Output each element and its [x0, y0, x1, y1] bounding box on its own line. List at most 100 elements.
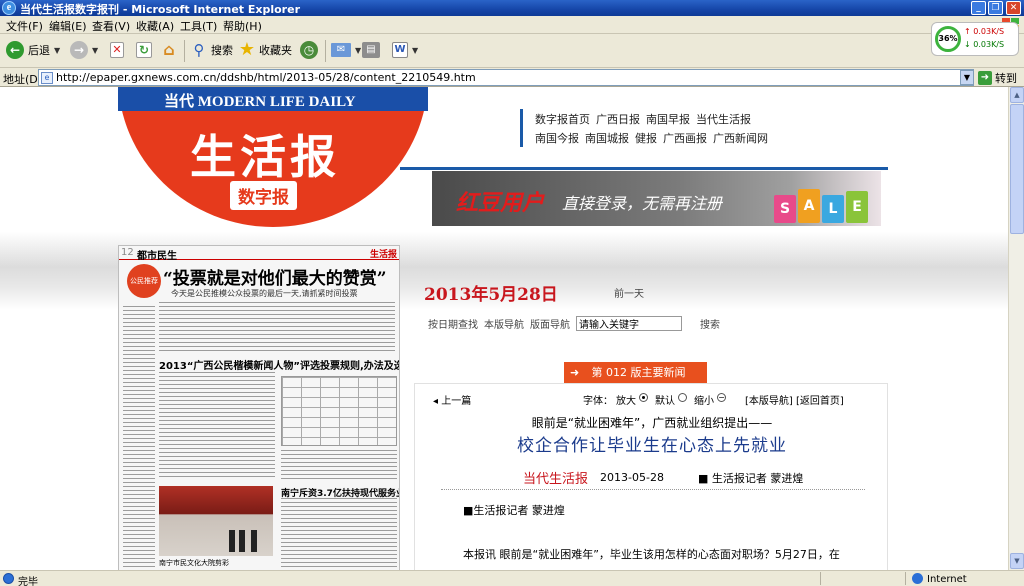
shopping-bags-image: S A L E	[774, 177, 874, 223]
article-nav-links[interactable]: [本版导航] [返回首页]	[745, 392, 844, 407]
font-size-label: 字体：	[583, 396, 613, 407]
paper-headline[interactable]: “投票就是对他们最大的赞赏”	[163, 264, 387, 289]
address-input[interactable]: e http://epaper.gxnews.com.cn/ddshb/html…	[38, 69, 974, 86]
paper-text-block	[123, 306, 155, 570]
go-button[interactable]: ➜ 转到	[978, 69, 1017, 86]
home-button[interactable]: ⌂	[160, 39, 178, 61]
previous-article-link[interactable]: ◂ 上一篇	[433, 392, 471, 407]
upload-speed-value: 0.03K/S	[973, 27, 1005, 36]
menu-edit[interactable]: 编辑(E)	[49, 18, 87, 34]
scroll-thumb[interactable]	[1010, 104, 1024, 234]
bag-letter: S	[774, 195, 796, 223]
go-arrow-icon: ➜	[978, 70, 992, 85]
search-icon: ⚲	[193, 41, 205, 59]
banner-brand: 红豆用户	[456, 191, 545, 216]
status-separator	[820, 572, 821, 585]
previous-day-link[interactable]: 前一天	[614, 285, 644, 300]
history-button[interactable]: ◷	[300, 39, 318, 61]
restore-button[interactable]: ❐	[988, 1, 1003, 15]
history-icon: ◷	[300, 41, 318, 59]
edition-label: 第 012 版主要新闻	[591, 366, 686, 379]
nav-link-nanguo-morning[interactable]: 南国早报	[646, 111, 690, 127]
newspaper-logo[interactable]: 当代 MODERN LIFE DAILY 生活报 数字报	[118, 87, 428, 229]
toolbar: ← 后退 ▼ → ▼ ✕ ↻ ⌂ ⚲ 搜索 ★ 收藏夹 ◷ ✉ ▼ ▤ W ▼	[0, 34, 1024, 68]
article-panel: ◂ 上一篇 字体： 放大 默认 缩小 − [本版导航] [返回首页] 眼前是“就…	[414, 383, 888, 570]
page-nav-link[interactable]: 本版导航	[484, 316, 524, 331]
address-url: http://epaper.gxnews.com.cn/ddshb/html/2…	[56, 71, 476, 84]
scroll-down-button[interactable]: ▼	[1010, 553, 1024, 569]
stop-button[interactable]: ✕	[110, 39, 124, 61]
network-speed-widget[interactable]: 36% ↑ 0.03K/S ↓ 0.03K/S	[931, 22, 1019, 56]
home-icon: ⌂	[163, 40, 175, 59]
paper-text-block	[281, 498, 397, 570]
font-large-radio[interactable]	[639, 393, 648, 402]
mail-button[interactable]: ✉ ▼	[331, 39, 361, 61]
forward-button[interactable]: → ▼	[70, 39, 98, 61]
status-text: 完毕	[18, 577, 38, 586]
nav-link-guangxi-pictorial[interactable]: 广西画报	[663, 130, 707, 146]
minus-icon[interactable]: −	[717, 393, 726, 402]
vertical-scrollbar[interactable]: ▲ ▼	[1008, 87, 1024, 570]
minimize-button[interactable]: _	[971, 1, 986, 15]
layout-nav-link[interactable]: 版面导航	[530, 316, 570, 331]
site-nav-row-2: 南国今报 南国城报 健报 广西画报 广西新闻网	[535, 128, 820, 147]
ad-banner[interactable]: 红豆用户 直接登录，无需再注册 S A L E	[432, 171, 881, 226]
edit-button[interactable]: W ▼	[392, 39, 418, 61]
search-by-date-link[interactable]: 按日期查找	[428, 316, 478, 331]
font-default-option[interactable]: 默认	[655, 392, 675, 407]
paper-page-number: 12	[121, 247, 134, 258]
logo-subtitle: 数字报	[230, 181, 297, 210]
article-source: 当代生活报	[523, 472, 589, 487]
page-status-icon	[3, 573, 14, 584]
paper-header: 12 都市民生 生活报	[119, 246, 399, 262]
menu-file[interactable]: 文件(F)	[6, 18, 43, 34]
search-button[interactable]: ⚲ 搜索	[190, 39, 234, 61]
menu-tools[interactable]: 工具(T)	[180, 18, 217, 34]
newspaper-page-thumbnail[interactable]: 12 都市民生 生活报 公民推荐 “投票就是对他们最大的赞赏” 今天是公民推模公…	[118, 245, 400, 570]
favorites-button[interactable]: ★ 收藏夹	[238, 39, 292, 61]
search-submit-button[interactable]: 搜索	[700, 316, 720, 331]
nav-link-gxnews[interactable]: 广西新闻网	[713, 130, 768, 146]
nav-link-nanguo-city[interactable]: 南国城报	[585, 130, 629, 146]
network-percent: 36%	[935, 26, 961, 52]
paper-headline-2[interactable]: 2013“广西公民楷模新闻人物”评选投票规则,办法及选票	[159, 357, 399, 372]
article-kicker: 眼前是“就业困难年”，广西就业组织提出——	[531, 416, 773, 430]
nav-link-nanguo-today[interactable]: 南国今报	[535, 130, 579, 146]
chevron-down-icon: ▼	[355, 45, 362, 55]
site-nav: 数字报首页 广西日报 南国早报 当代生活报 南国今报 南国城报 健报 广西画报 …	[520, 109, 820, 147]
menu-favorites[interactable]: 收藏(A)	[136, 18, 174, 34]
font-small-option[interactable]: 缩小	[694, 392, 714, 407]
mail-icon: ✉	[331, 43, 351, 57]
header-divider	[400, 167, 888, 170]
search-bar: 按日期查找 本版导航 版面导航 搜索	[428, 315, 720, 331]
edition-tab[interactable]: ➜ 第 012 版主要新闻	[564, 362, 707, 384]
chevron-down-icon: ▼	[92, 45, 99, 55]
paper-section: 都市民生	[137, 251, 177, 262]
word-edit-icon: W	[392, 42, 408, 58]
scroll-up-button[interactable]: ▲	[1010, 87, 1024, 103]
upload-speed: ↑ 0.03K/S	[964, 27, 1005, 36]
refresh-button[interactable]: ↻	[136, 39, 152, 61]
address-dropdown-button[interactable]: ▼	[960, 70, 974, 85]
font-default-radio[interactable]	[678, 393, 687, 402]
font-size-controls: 字体： 放大 默认 缩小 −	[583, 392, 726, 407]
close-button[interactable]: ✕	[1006, 1, 1021, 15]
keyword-search-input[interactable]	[576, 315, 682, 331]
print-button[interactable]: ▤	[362, 39, 380, 61]
window-title: 当代生活报数字报刊 - Microsoft Internet Explorer	[20, 3, 300, 16]
menu-help[interactable]: 帮助(H)	[223, 18, 262, 34]
article-meta: 当代生活报 2013-05-28 ■ 生活报记者 蒙进煌	[523, 468, 803, 487]
nav-link-epaper-home[interactable]: 数字报首页	[535, 111, 590, 127]
chevron-down-icon: ▼	[54, 45, 61, 55]
go-label: 转到	[995, 71, 1017, 85]
nav-link-health[interactable]: 健报	[635, 130, 657, 146]
nav-link-modern-life[interactable]: 当代生活报	[696, 111, 751, 127]
toolbar-separator	[325, 40, 326, 62]
stop-icon: ✕	[110, 42, 124, 58]
font-large-option[interactable]: 放大	[616, 392, 636, 407]
status-bar: 完毕 Internet	[0, 570, 1024, 586]
menu-view[interactable]: 查看(V)	[92, 18, 130, 34]
nav-link-guangxi-daily[interactable]: 广西日报	[596, 111, 640, 127]
globe-icon	[912, 573, 923, 584]
back-button[interactable]: ← 后退 ▼	[6, 39, 60, 61]
